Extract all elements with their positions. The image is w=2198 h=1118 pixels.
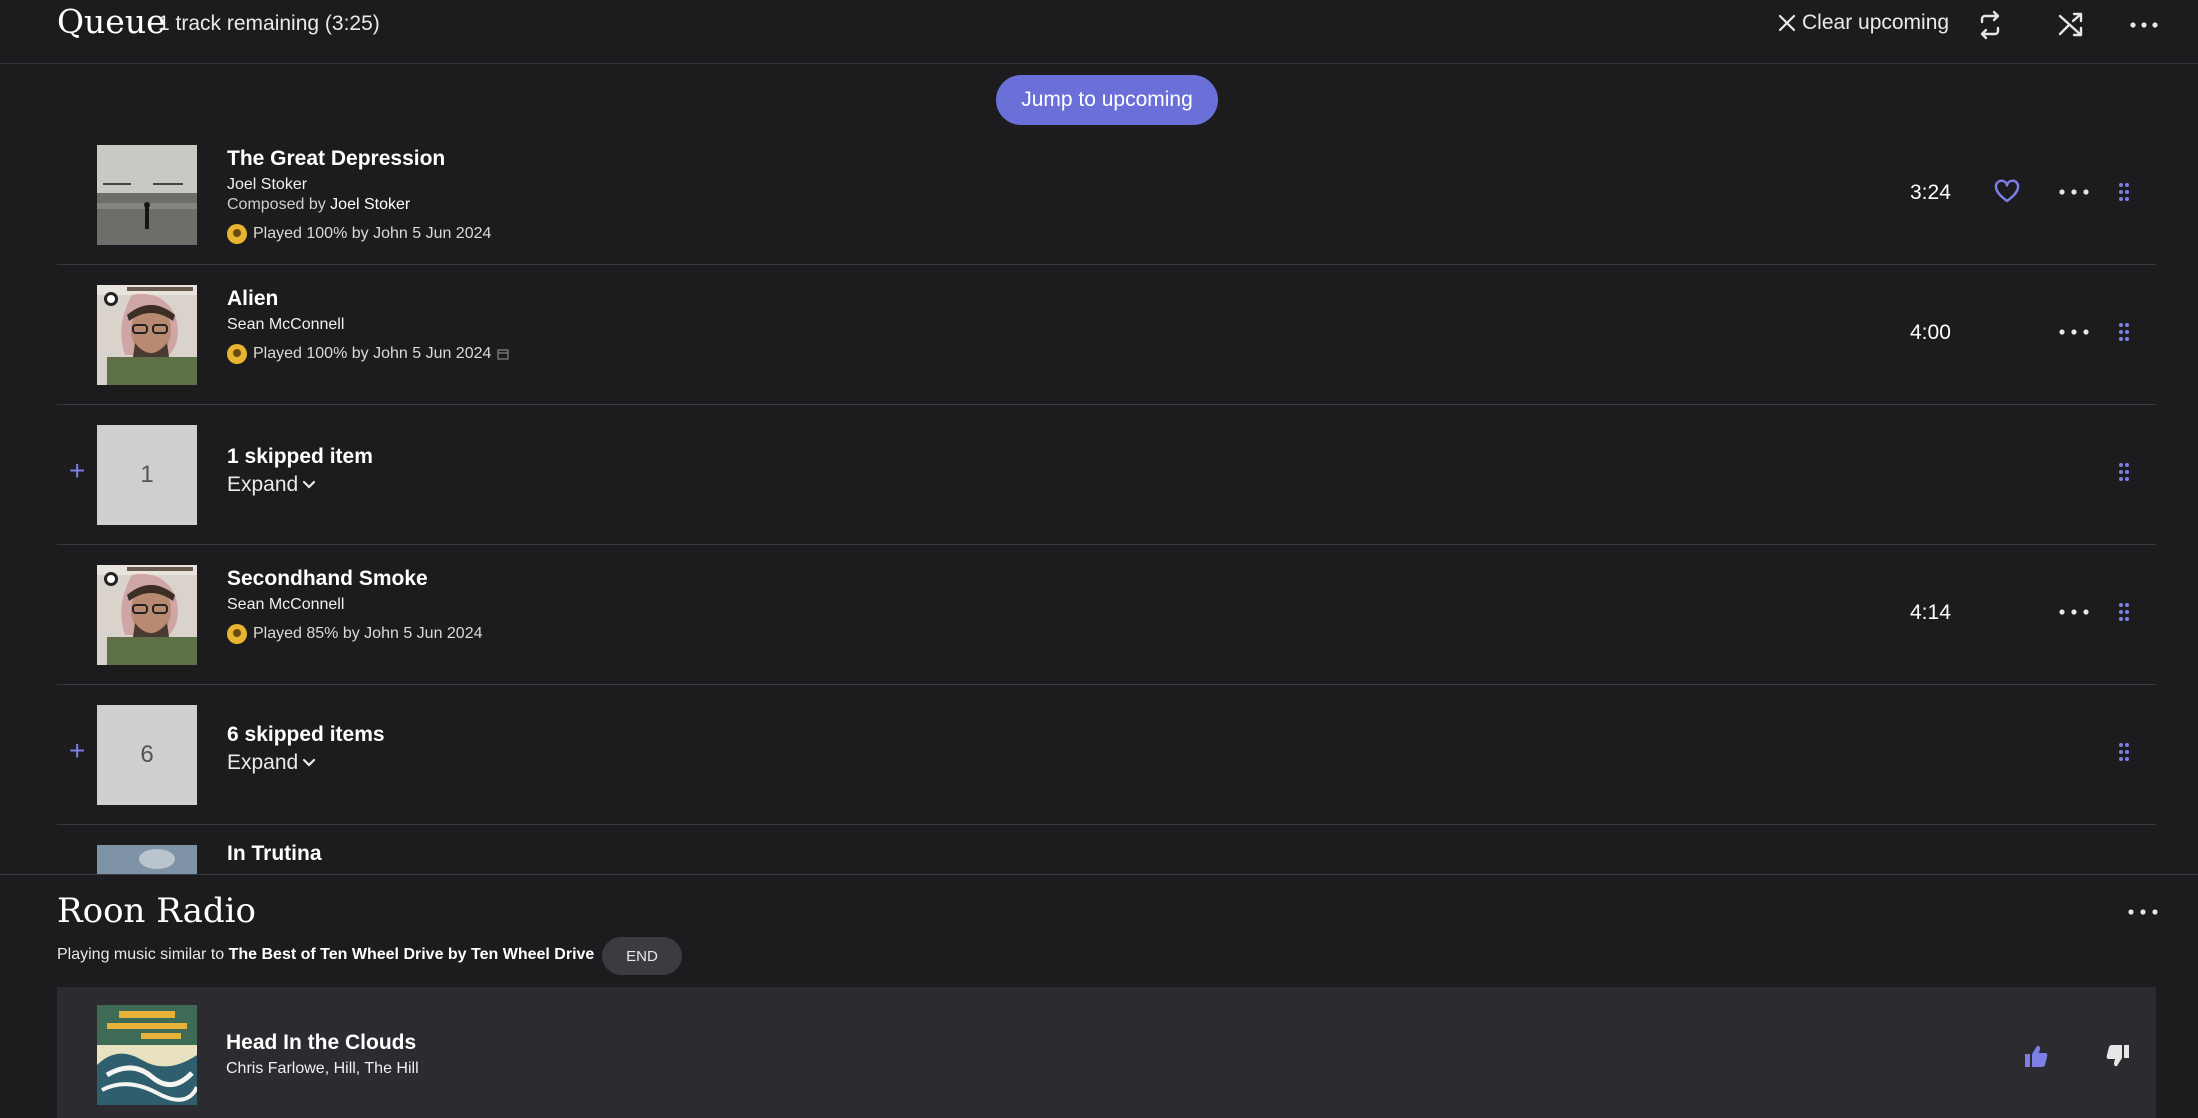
chevron-down-icon	[303, 480, 316, 489]
album-art[interactable]	[97, 845, 197, 874]
track-title[interactable]: Alien	[227, 287, 278, 311]
drag-handle-icon[interactable]	[2117, 741, 2131, 763]
queue-track-row[interactable]: Alien Sean McConnell Played 100% by John…	[57, 265, 2156, 405]
queue-remaining-summary: 1 track remaining (3:25)	[158, 12, 380, 35]
more-icon[interactable]	[2057, 177, 2091, 207]
chevron-down-icon	[303, 758, 316, 767]
album-art[interactable]	[97, 1005, 197, 1105]
album-art[interactable]	[97, 145, 197, 245]
thumbs-up-icon[interactable]	[2023, 1043, 2049, 1069]
radio-prefix: Playing music similar to	[57, 946, 225, 963]
user-avatar	[227, 624, 247, 644]
track-artist[interactable]: Joel Stoker	[227, 176, 307, 194]
clear-upcoming-button[interactable]: Clear upcoming	[1778, 11, 1949, 35]
skipped-items-row[interactable]: + 1 1 skipped item Expand	[57, 405, 2156, 545]
album-art[interactable]	[97, 565, 197, 665]
track-title[interactable]: Head In the Clouds	[226, 1031, 416, 1055]
skipped-items-row[interactable]: + 6 6 skipped items Expand	[57, 685, 2156, 825]
track-duration: 4:00	[1910, 321, 1951, 344]
album-art-image	[97, 1005, 197, 1105]
play-history: Played 100% by John 5 Jun 2024	[227, 344, 510, 364]
repeat-icon	[1980, 10, 2000, 40]
end-radio-button[interactable]: END	[602, 937, 682, 975]
roon-radio-panel: Roon Radio Playing music similar to The …	[0, 874, 2198, 1118]
drag-handle-icon[interactable]	[2117, 601, 2131, 623]
skipped-items-title: 6 skipped items	[227, 723, 385, 746]
plus-icon[interactable]: +	[69, 457, 85, 485]
shuffle-button[interactable]	[2054, 8, 2088, 42]
track-composer: Composed by Joel Stoker	[227, 196, 410, 214]
expand-label: Expand	[227, 473, 299, 496]
radio-track-row[interactable]: Head In the Clouds Chris Farlowe, Hill, …	[57, 987, 2156, 1118]
skipped-items-title: 1 skipped item	[227, 445, 373, 468]
drag-handle-icon[interactable]	[2117, 461, 2131, 483]
track-duration: 3:24	[1910, 181, 1951, 204]
more-icon[interactable]	[2126, 897, 2160, 927]
played-info: Played 100% by John 5 Jun 2024	[253, 225, 492, 242]
composed-by-prefix: Composed by	[227, 196, 326, 213]
album-art-image	[97, 845, 197, 874]
track-duration: 4:14	[1910, 601, 1951, 624]
play-history: Played 100% by John 5 Jun 2024	[227, 224, 491, 244]
expand-button[interactable]: Expand	[227, 751, 316, 775]
play-history: Played 85% by John 5 Jun 2024	[227, 624, 483, 644]
track-title[interactable]: In Trutina	[227, 842, 322, 866]
skipped-count-box: 1	[97, 425, 197, 525]
album-art-image	[97, 285, 197, 385]
expand-label: Expand	[227, 751, 299, 774]
more-icon[interactable]	[2057, 317, 2091, 347]
drag-handle-icon[interactable]	[2117, 321, 2131, 343]
queue-header: Queue 1 track remaining (3:25) Clear upc…	[0, 0, 2198, 64]
expand-button[interactable]: Expand	[227, 473, 316, 497]
thumbs-down-icon[interactable]	[2105, 1043, 2131, 1069]
played-info: Played 100% by John 5 Jun 2024	[253, 345, 492, 362]
jump-to-upcoming-button[interactable]: Jump to upcoming	[996, 75, 1218, 125]
played-info: Played 85% by John 5 Jun 2024	[253, 625, 483, 642]
page-title: Queue	[57, 2, 166, 41]
queue-track-row[interactable]: In Trutina	[57, 825, 2156, 874]
queue-track-row[interactable]: Secondhand Smoke Sean McConnell Played 8…	[57, 545, 2156, 685]
repeat-button[interactable]	[1973, 8, 2007, 42]
more-icon[interactable]	[2057, 597, 2091, 627]
radio-source-link[interactable]: The Best of Ten Wheel Drive by Ten Wheel…	[229, 946, 595, 963]
track-artist[interactable]: Sean McConnell	[227, 316, 344, 334]
track-artist[interactable]: Sean McConnell	[227, 596, 344, 614]
radio-description: Playing music similar to The Best of Ten…	[57, 946, 594, 964]
skipped-count-box: 6	[97, 705, 197, 805]
clear-upcoming-label: Clear upcoming	[1802, 11, 1950, 34]
calendar-icon	[497, 349, 510, 360]
more-icon	[2130, 22, 2158, 28]
track-title[interactable]: Secondhand Smoke	[227, 567, 428, 591]
radio-title: Roon Radio	[57, 891, 257, 931]
track-title[interactable]: The Great Depression	[227, 147, 445, 171]
plus-icon[interactable]: +	[69, 737, 85, 765]
queue-more-button[interactable]	[2127, 8, 2161, 42]
album-art-image	[97, 145, 197, 245]
queue-list: Jump to upcoming The Great Depression Jo…	[0, 64, 2198, 874]
shuffle-icon	[2058, 12, 2083, 37]
album-art-image	[97, 565, 197, 665]
close-icon	[1778, 14, 1796, 32]
track-artist[interactable]: Chris Farlowe, Hill, The Hill	[226, 1060, 419, 1078]
heart-icon[interactable]	[1993, 177, 2021, 205]
queue-track-row[interactable]: The Great Depression Joel Stoker Compose…	[57, 125, 2156, 265]
user-avatar	[227, 344, 247, 364]
drag-handle-icon[interactable]	[2117, 181, 2131, 203]
composer-link[interactable]: Joel Stoker	[330, 196, 410, 213]
user-avatar	[227, 224, 247, 244]
album-art[interactable]	[97, 285, 197, 385]
